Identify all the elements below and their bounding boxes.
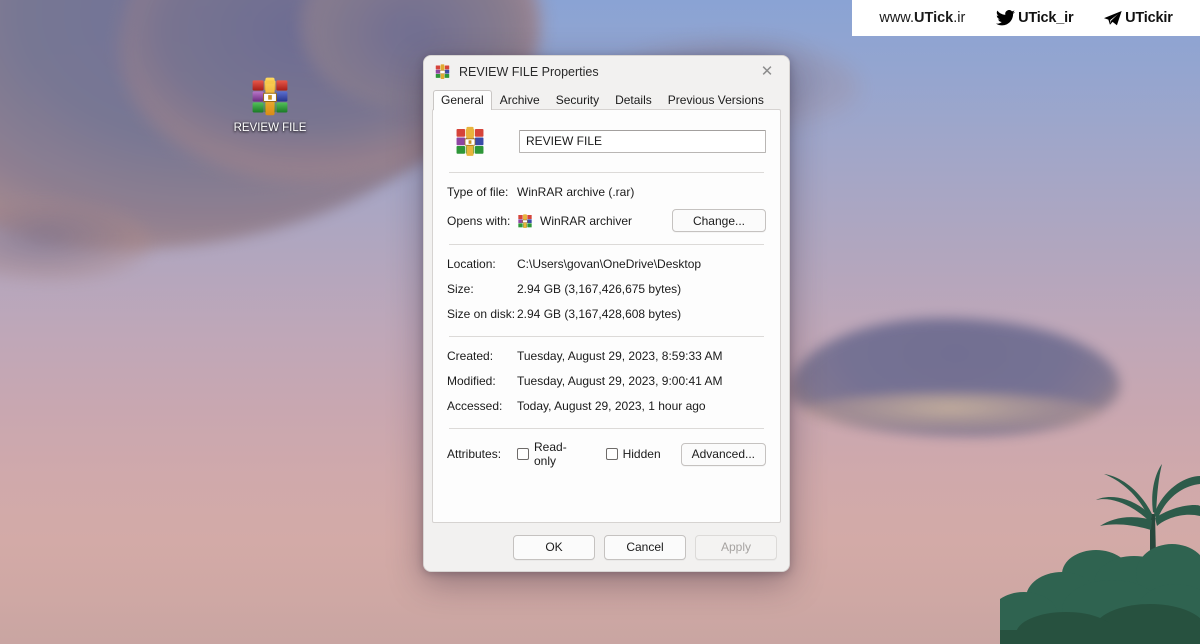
watermark-twitter-handle: UTick_ir <box>1018 10 1074 26</box>
filename-row <box>447 124 766 158</box>
size-on-disk-value: 2.94 GB (3,167,428,608 bytes) <box>517 307 682 321</box>
tab-previous-versions[interactable]: Previous Versions <box>660 90 772 110</box>
size-row: Size: 2.94 GB (3,167,426,675 bytes) <box>447 281 766 297</box>
readonly-checkbox-box <box>517 448 529 460</box>
watermark-telegram: UTickir <box>1104 10 1173 26</box>
readonly-checkbox[interactable]: Read-only <box>517 440 586 468</box>
dialog-footer: OK Cancel Apply <box>424 523 789 571</box>
opens-with-label: Opens with: <box>447 213 511 228</box>
tab-details[interactable]: Details <box>607 90 660 110</box>
hidden-checkbox-label: Hidden <box>622 447 661 461</box>
winrar-archive-icon <box>456 126 484 156</box>
opens-with-value-group: WinRAR archiver <box>517 213 632 229</box>
telegram-plane-icon <box>1104 10 1122 26</box>
watermark-banner: www.UTick.ir UTick_ir UTickir <box>852 0 1200 36</box>
watermark-twitter: UTick_ir <box>996 10 1074 26</box>
attributes-row: Attributes: Read-only Hidden Advanced... <box>447 440 766 468</box>
size-on-disk-label: Size on disk: <box>447 307 516 321</box>
modified-value: Tuesday, August 29, 2023, 9:00:41 AM <box>517 374 723 388</box>
accessed-row: Accessed: Today, August 29, 2023, 1 hour… <box>447 398 766 414</box>
watermark-site: www.UTick.ir <box>879 10 966 26</box>
divider-2 <box>449 244 764 245</box>
type-of-file-label: Type of file: <box>447 185 509 199</box>
dialog-titlebar[interactable]: REVIEW FILE Properties ✕ <box>424 56 789 87</box>
winrar-archive-icon <box>518 213 532 228</box>
tab-general[interactable]: General <box>433 90 492 110</box>
readonly-checkbox-label: Read-only <box>534 440 567 468</box>
hidden-checkbox-box <box>605 448 618 460</box>
dialog-tabs: General Archive Security Details Previou… <box>424 87 789 110</box>
size-value: 2.94 GB (3,167,426,675 bytes) <box>517 282 682 296</box>
attributes-label: Attributes: <box>447 447 502 461</box>
properties-dialog: REVIEW FILE Properties ✕ General Archive… <box>423 55 790 572</box>
tree-silhouettes <box>1000 464 1200 644</box>
location-value: C:\Users\govan\OneDrive\Desktop <box>517 257 702 271</box>
winrar-archive-icon <box>252 77 288 116</box>
general-tab-panel: Type of file: WinRAR archive (.rar) Open… <box>432 109 781 523</box>
divider-4 <box>449 428 764 429</box>
location-row: Location: C:\Users\govan\OneDrive\Deskto… <box>447 256 766 272</box>
twitter-bird-icon <box>996 10 1016 26</box>
filename-input[interactable] <box>519 129 766 153</box>
size-on-disk-row: Size on disk: 2.94 GB (3,167,428,608 byt… <box>447 306 766 322</box>
type-of-file-row: Type of file: WinRAR archive (.rar) <box>447 184 766 200</box>
watermark-telegram-handle: UTickir <box>1125 10 1173 26</box>
divider-3 <box>449 336 764 337</box>
opens-with-app-name: WinRAR archiver <box>540 213 633 228</box>
dialog-title: REVIEW FILE Properties <box>459 64 599 79</box>
modified-row: Modified: Tuesday, August 29, 2023, 9:00… <box>447 373 766 389</box>
created-value: Tuesday, August 29, 2023, 8:59:33 AM <box>517 349 723 363</box>
created-label: Created: <box>447 349 494 363</box>
tab-security[interactable]: Security <box>548 90 607 110</box>
watermark-site-bold: UTick <box>914 10 954 26</box>
divider-1 <box>449 172 764 173</box>
desktop-icon-label: REVIEW FILE <box>233 122 307 134</box>
cancel-button[interactable]: Cancel <box>604 534 686 560</box>
winrar-archive-icon <box>435 64 450 79</box>
accessed-label: Accessed: <box>447 399 503 413</box>
apply-button: Apply <box>695 534 777 560</box>
cloud-right-large-underglow <box>800 392 1100 432</box>
change-button[interactable]: Change... <box>672 209 766 232</box>
modified-label: Modified: <box>447 374 496 388</box>
tab-archive[interactable]: Archive <box>492 90 548 110</box>
location-label: Location: <box>447 257 496 271</box>
hidden-checkbox[interactable]: Hidden <box>605 447 661 461</box>
close-icon[interactable]: ✕ <box>745 56 789 87</box>
type-of-file-value: WinRAR archive (.rar) <box>517 185 635 199</box>
size-label: Size: <box>447 282 474 296</box>
opens-with-row: Opens with: WinRAR archiver Change... <box>447 209 766 232</box>
accessed-value: Today, August 29, 2023, 1 hour ago <box>517 399 706 413</box>
advanced-button[interactable]: Advanced... <box>680 442 766 466</box>
ok-button[interactable]: OK <box>513 534 595 560</box>
created-row: Created: Tuesday, August 29, 2023, 8:59:… <box>447 348 766 364</box>
desktop-icon-review-file[interactable]: REVIEW FILE <box>233 74 307 134</box>
